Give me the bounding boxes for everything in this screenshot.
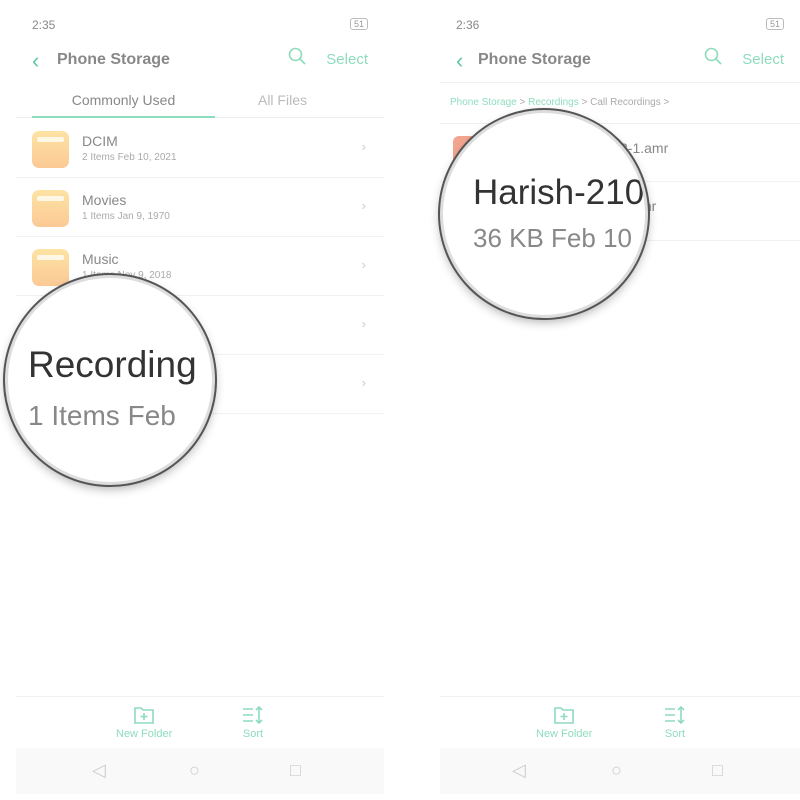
chevron-right-icon: › bbox=[361, 139, 366, 154]
search-icon[interactable] bbox=[288, 47, 306, 65]
list-item[interactable]: DCIM 2 Items Feb 10, 2021 › bbox=[16, 119, 384, 178]
back-button[interactable]: ‹ bbox=[456, 48, 463, 74]
nav-back-icon[interactable]: ◁ bbox=[92, 760, 106, 781]
magnified-file-meta: 36 KB Feb 10 bbox=[473, 223, 632, 253]
sort-button[interactable]: Sort bbox=[664, 705, 686, 740]
battery-indicator: 51 bbox=[765, 18, 784, 30]
breadcrumb-recordings[interactable]: Recordings bbox=[528, 97, 579, 108]
folder-icon bbox=[32, 190, 69, 227]
nav-home-icon[interactable]: ○ bbox=[611, 760, 622, 781]
status-time: 2:36 bbox=[456, 18, 480, 32]
select-button[interactable]: Select bbox=[326, 51, 368, 68]
nav-recents-icon[interactable]: □ bbox=[712, 760, 723, 781]
tab-commonly-used[interactable]: Commonly Used bbox=[32, 92, 215, 118]
back-button[interactable]: ‹ bbox=[32, 48, 39, 74]
chevron-right-icon: › bbox=[361, 257, 366, 272]
sort-button[interactable]: Sort bbox=[242, 705, 264, 740]
right-screen: 2:36 51 ‹ Phone Storage Select Phone Sto… bbox=[440, 0, 800, 800]
sort-label: Sort bbox=[664, 728, 686, 740]
item-meta: 1 Items Jan 9, 1970 bbox=[82, 211, 170, 222]
sort-label: Sort bbox=[242, 728, 264, 740]
status-time: 2:35 bbox=[32, 18, 56, 32]
item-name: Music bbox=[82, 251, 119, 267]
search-icon[interactable] bbox=[704, 47, 722, 65]
magnifier-left: Recording 1 Items Feb bbox=[5, 275, 215, 485]
item-name: Movies bbox=[82, 192, 127, 208]
new-folder-button[interactable]: New Folder bbox=[536, 705, 592, 740]
bottom-toolbar: New Folder Sort bbox=[440, 696, 800, 748]
breadcrumb-call-recordings: Call Recordings bbox=[590, 97, 661, 108]
breadcrumb-phone-storage[interactable]: Phone Storage bbox=[450, 97, 517, 108]
bottom-toolbar: New Folder Sort bbox=[16, 696, 384, 748]
magnified-file-name: Harish-210 bbox=[473, 173, 645, 212]
magnified-item-name: Recording bbox=[28, 344, 197, 385]
new-folder-label: New Folder bbox=[116, 728, 173, 740]
chevron-right-icon: › bbox=[361, 198, 366, 213]
system-nav-bar: ◁ ○ □ bbox=[16, 748, 384, 794]
new-folder-icon bbox=[134, 707, 154, 724]
magnifier-right: Harish-210 36 KB Feb 10 bbox=[440, 110, 648, 318]
item-name: DCIM bbox=[82, 133, 118, 149]
nav-recents-icon[interactable]: □ bbox=[290, 760, 301, 781]
list-item[interactable]: Movies 1 Items Jan 9, 1970 › bbox=[16, 178, 384, 237]
tab-bar: Commonly Used All Files bbox=[16, 90, 384, 118]
sort-icon bbox=[243, 705, 263, 725]
nav-back-icon[interactable]: ◁ bbox=[512, 760, 526, 781]
magnified-item-meta: 1 Items Feb bbox=[28, 400, 176, 431]
battery-indicator: 51 bbox=[349, 18, 368, 30]
chevron-right-icon: › bbox=[361, 316, 366, 331]
page-title: Phone Storage bbox=[57, 51, 170, 68]
folder-icon bbox=[32, 131, 69, 168]
new-folder-label: New Folder bbox=[536, 728, 593, 740]
chevron-right-icon: › bbox=[361, 375, 366, 390]
folder-icon bbox=[32, 249, 69, 286]
page-title: Phone Storage bbox=[478, 51, 591, 68]
new-folder-icon bbox=[554, 707, 574, 724]
tab-all-files[interactable]: All Files bbox=[216, 92, 349, 108]
item-meta: 2 Items Feb 10, 2021 bbox=[82, 152, 177, 163]
nav-home-icon[interactable]: ○ bbox=[189, 760, 200, 781]
sort-icon bbox=[665, 705, 685, 725]
select-button[interactable]: Select bbox=[742, 51, 784, 68]
new-folder-button[interactable]: New Folder bbox=[116, 705, 172, 740]
system-nav-bar: ◁ ○ □ bbox=[440, 748, 800, 794]
breadcrumb: Phone Storage > Recordings > Call Record… bbox=[450, 97, 670, 108]
